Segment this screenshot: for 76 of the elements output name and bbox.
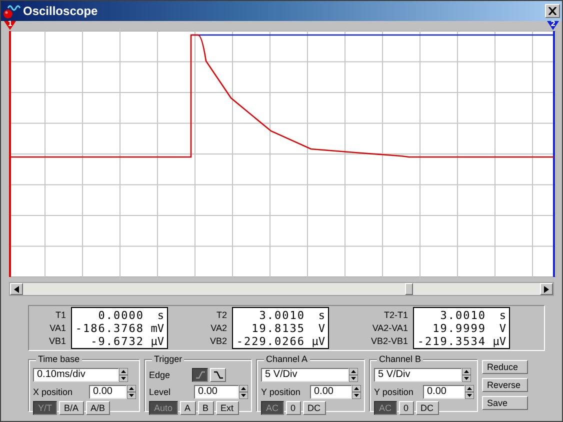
readout-unit: s: [156, 309, 164, 322]
field-label: Level: [149, 386, 171, 396]
readout-value: 3.0010: [258, 309, 305, 322]
scroll-right-button[interactable]: [540, 283, 553, 295]
readout-label: VB2: [210, 334, 227, 348]
spinner-icon[interactable]: [127, 384, 136, 398]
app-icon: [3, 3, 21, 19]
spinner-icon[interactable]: [239, 384, 248, 398]
readout-label: VA1: [50, 322, 66, 334]
group-title: Time base: [36, 354, 82, 364]
time-scale-field[interactable]: 0.10ms/div: [33, 368, 119, 382]
readout-label: T1: [56, 308, 66, 322]
readout-label: VB2-VB1: [370, 334, 408, 348]
mode-button[interactable]: DC: [416, 401, 439, 415]
group-title: Channel B: [377, 354, 424, 364]
mode-button[interactable]: Ext: [216, 401, 239, 415]
group-title: Channel A: [264, 354, 310, 364]
readout-value: 19.8135: [250, 322, 305, 335]
volts-per-div-field[interactable]: 5 V/Div: [261, 368, 349, 382]
scroll-thumb[interactable]: [405, 283, 413, 295]
close-icon: [548, 7, 557, 15]
action-button[interactable]: Reduce: [482, 360, 528, 374]
mode-button[interactable]: 0: [398, 401, 414, 415]
readout-value: -9.6732: [90, 335, 144, 348]
readout-unit: µV: [492, 335, 506, 348]
mode-button[interactable]: A: [180, 401, 196, 415]
mode-button[interactable]: B: [198, 401, 214, 415]
field-label: X position: [33, 386, 73, 396]
scroll-bar[interactable]: [9, 282, 554, 296]
readout-value: -229.0266: [235, 335, 305, 348]
window-title: Oscilloscope: [23, 4, 99, 18]
readout-value: -186.3768: [74, 322, 144, 335]
group-title: Trigger: [152, 354, 184, 364]
mode-button[interactable]: A/B: [86, 401, 110, 415]
readout-value: -219.3534: [416, 335, 486, 348]
spinner-icon[interactable]: [119, 368, 128, 382]
readout-unit: V: [317, 322, 325, 335]
right-arrow-icon: [544, 286, 549, 292]
readout-label: VB1: [49, 334, 66, 348]
readout-unit: V: [498, 322, 506, 335]
rising-edge-button[interactable]: [192, 368, 208, 382]
readout-unit: mV: [150, 322, 164, 335]
field-label: Y position: [374, 386, 414, 396]
action-button[interactable]: Reverse: [482, 378, 528, 392]
readout-label: VA2-VA1: [372, 322, 408, 334]
level-field[interactable]: 0.00: [194, 384, 239, 398]
mode-button[interactable]: B/A: [59, 401, 84, 415]
readout-unit: s: [498, 309, 506, 322]
left-arrow-icon: [14, 286, 19, 292]
readout-unit: µV: [150, 335, 164, 348]
readout-label: VA2: [210, 322, 227, 334]
spinner-icon[interactable]: [352, 384, 361, 398]
position-field[interactable]: 0.00: [310, 384, 352, 398]
field-label: Edge: [149, 370, 170, 380]
readout-value: 0.0000: [97, 309, 144, 322]
rising-edge-icon: [194, 370, 206, 378]
scroll-left-button[interactable]: [10, 283, 23, 295]
readout-unit: s: [317, 309, 325, 322]
falling-edge-button[interactable]: [210, 368, 226, 382]
spinner-icon[interactable]: [465, 384, 474, 398]
spinner-icon[interactable]: [462, 368, 471, 382]
mode-button[interactable]: DC: [302, 401, 326, 415]
falling-edge-icon: [212, 370, 224, 378]
field-label: Y position: [261, 386, 300, 396]
spinner-icon[interactable]: [349, 368, 358, 382]
readout-label: T2-T1: [384, 308, 408, 322]
readout-value: 19.9999: [432, 322, 486, 335]
action-button[interactable]: Save: [482, 396, 528, 410]
volts-per-div-field[interactable]: 5 V/Div: [374, 368, 462, 382]
close-button[interactable]: [545, 4, 560, 18]
mode-button[interactable]: 0: [286, 401, 301, 415]
position-field[interactable]: 0.00: [423, 384, 465, 398]
position-field[interactable]: 0.00: [89, 384, 127, 398]
readout-label: T2: [216, 308, 227, 322]
readout-value: 3.0010: [439, 309, 486, 322]
readout-unit: µV: [310, 335, 325, 348]
